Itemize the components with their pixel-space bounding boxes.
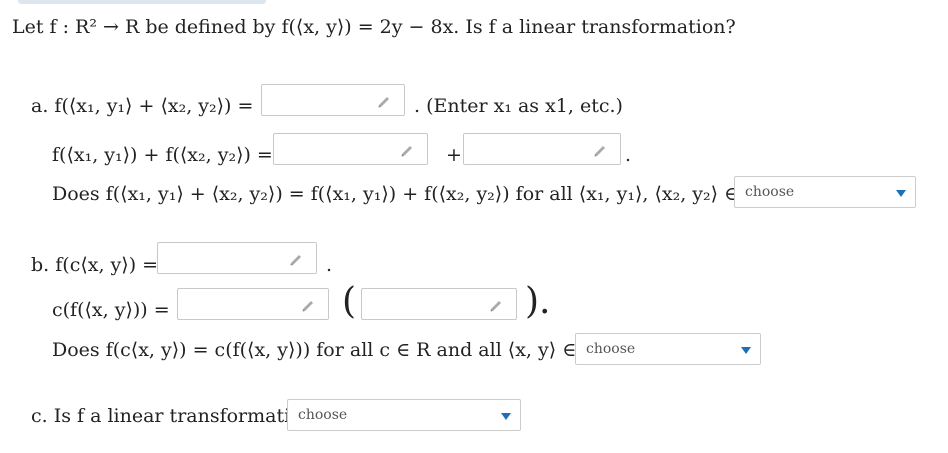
part-a-line1-expr: f(⟨x₁, y₁⟩ + ⟨x₂, y₂⟩) = bbox=[54, 95, 254, 117]
part-b-input-1[interactable] bbox=[157, 242, 317, 274]
period: . bbox=[326, 254, 333, 276]
part-a-input-2[interactable] bbox=[273, 133, 428, 165]
problem-statement: Let f : R² → R be defined by f(⟨x, y⟩) =… bbox=[12, 16, 736, 38]
part-c-dropdown[interactable]: choose bbox=[287, 399, 521, 431]
part-a-question: Does f(⟨x₁, y₁⟩ + ⟨x₂, y₂⟩) = f(⟨x₁, y₁⟩… bbox=[52, 183, 777, 205]
open-paren: ( bbox=[342, 281, 357, 322]
period: . bbox=[625, 144, 632, 166]
part-b-dropdown[interactable]: choose bbox=[575, 333, 761, 365]
pencil-icon bbox=[401, 146, 412, 157]
part-b-line1-lhs: b. f(c⟨x, y⟩) = bbox=[31, 253, 158, 277]
dropdown-value: choose bbox=[586, 341, 636, 357]
pencil-icon bbox=[490, 301, 501, 312]
part-c-line: c. Is f a linear transformation? bbox=[31, 404, 324, 428]
part-b-line2-lhs: c(f(⟨x, y⟩)) = bbox=[52, 299, 170, 321]
part-a-line2-lhs: f(⟨x₁, y₁⟩) + f(⟨x₂, y₂⟩) = bbox=[52, 144, 273, 166]
part-c-question: Is f a linear transformation? bbox=[53, 405, 325, 427]
dropdown-value: choose bbox=[298, 407, 348, 423]
pencil-icon bbox=[594, 146, 605, 157]
caret-down-icon bbox=[501, 413, 511, 420]
close-paren: ). bbox=[525, 281, 551, 322]
part-a-label: a. bbox=[31, 95, 49, 117]
part-c-label: c. bbox=[31, 405, 48, 427]
pencil-icon bbox=[290, 255, 301, 266]
part-b-question: Does f(c⟨x, y⟩) = c(f(⟨x, y⟩)) for all c… bbox=[52, 339, 615, 361]
part-a-hint: . (Enter x₁ as x1, etc.) bbox=[414, 95, 623, 117]
part-b-input-2[interactable] bbox=[177, 288, 329, 320]
part-a-dropdown[interactable]: choose bbox=[734, 176, 916, 208]
caret-down-icon bbox=[896, 190, 906, 197]
part-b-input-3[interactable] bbox=[361, 288, 517, 320]
pencil-icon bbox=[302, 301, 313, 312]
plus-sign: + bbox=[446, 144, 462, 166]
caret-down-icon bbox=[741, 347, 751, 354]
part-a-input-1[interactable] bbox=[261, 84, 405, 116]
part-a-line1-lhs: a. f(⟨x₁, y₁⟩ + ⟨x₂, y₂⟩) = bbox=[31, 94, 253, 118]
part-a-input-3[interactable] bbox=[463, 133, 621, 165]
part-b-line1-expr: f(c⟨x, y⟩) = bbox=[55, 254, 159, 276]
top-accent-bar bbox=[18, 0, 266, 4]
dropdown-value: choose bbox=[745, 184, 795, 200]
part-b-label: b. bbox=[31, 254, 50, 276]
pencil-icon bbox=[378, 97, 389, 108]
